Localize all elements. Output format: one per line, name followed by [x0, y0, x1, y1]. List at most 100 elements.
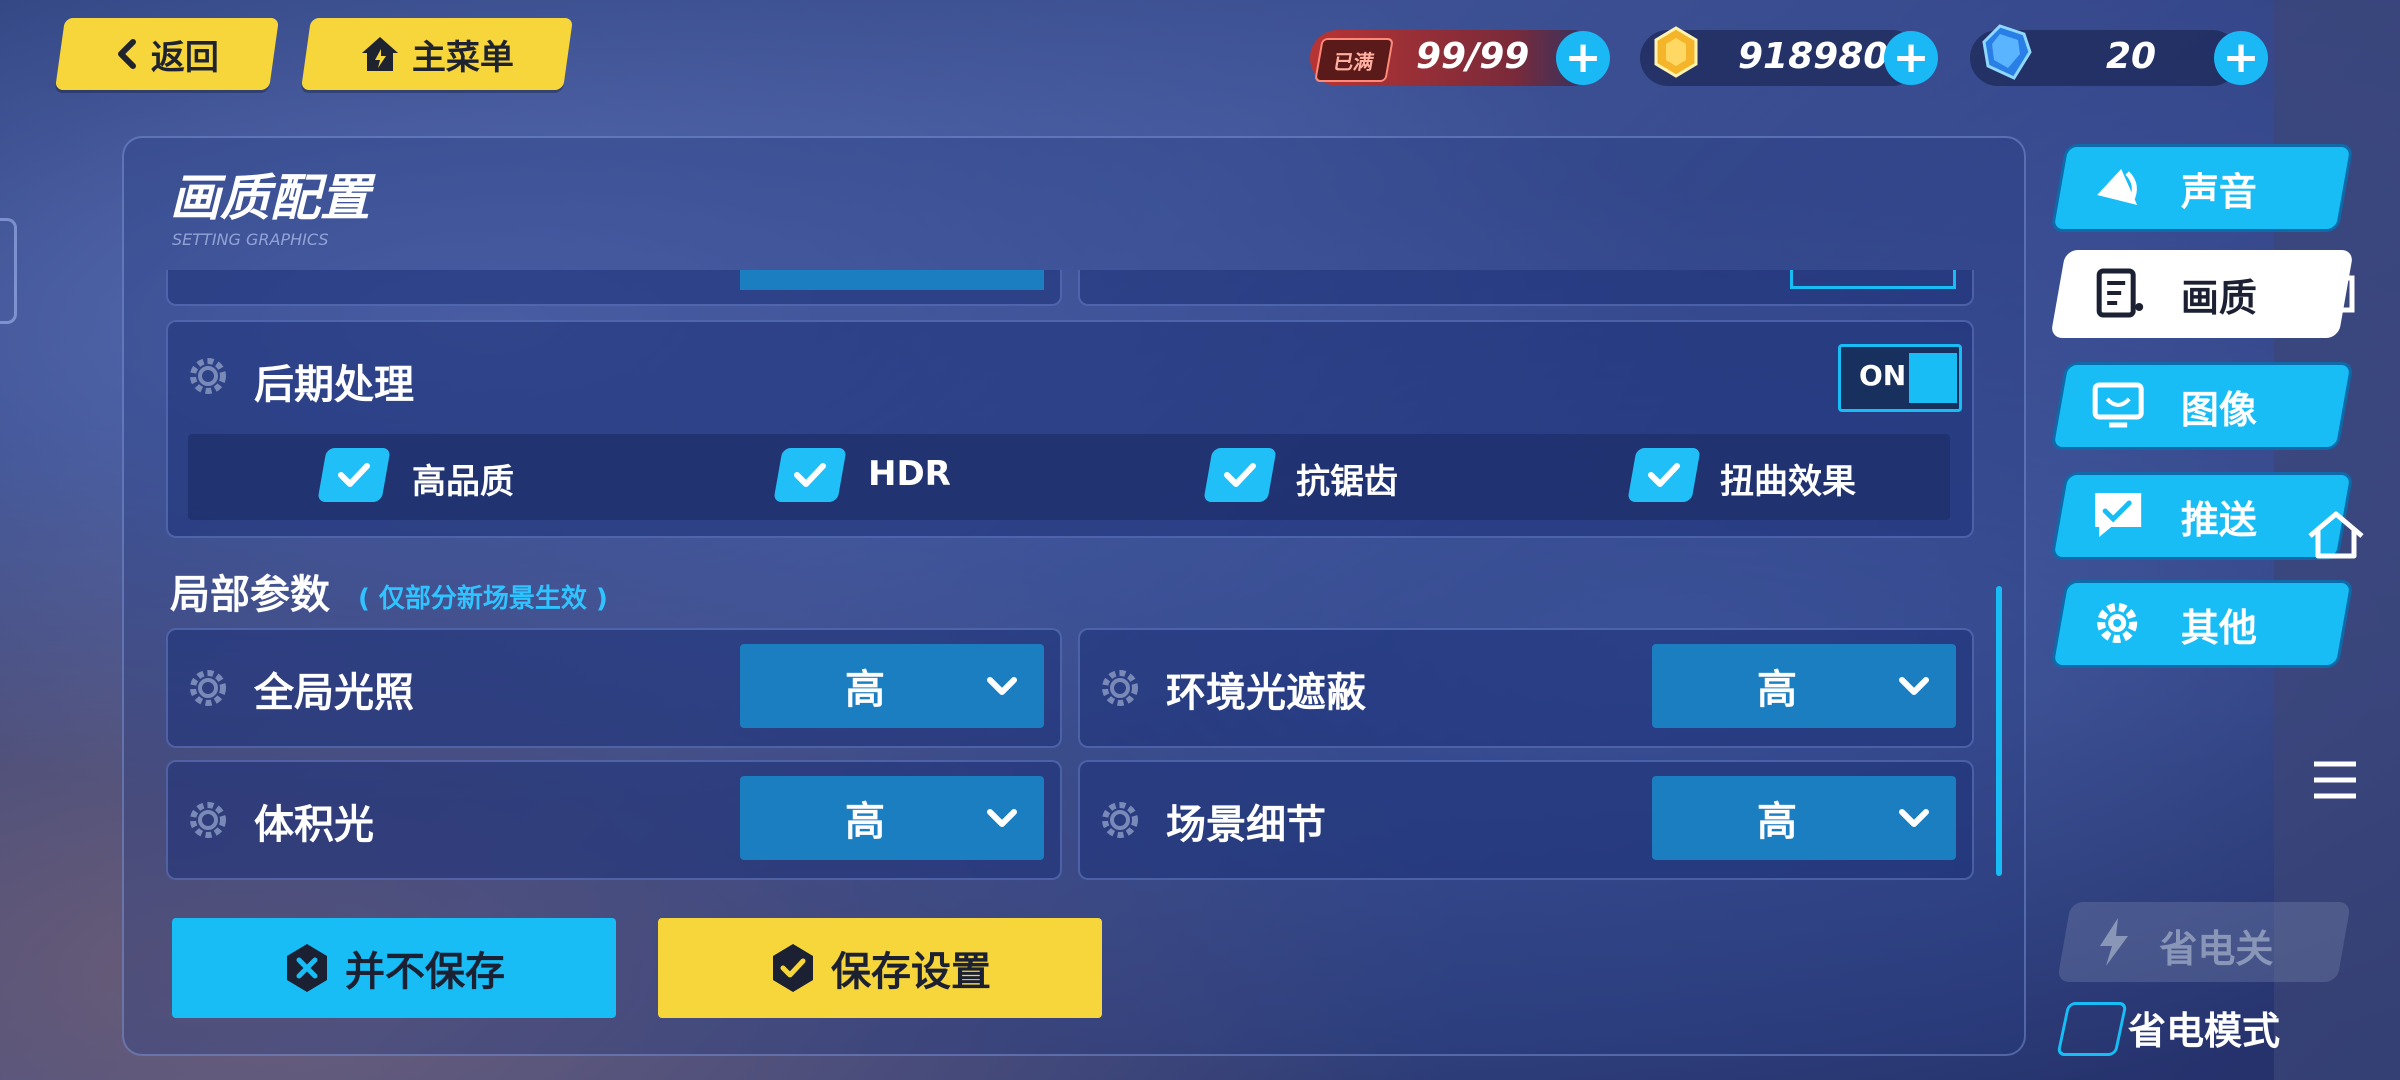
scene-detail-dropdown[interactable]: 高: [1652, 776, 1956, 860]
plus-icon: +: [1564, 32, 1602, 83]
chevron-down-icon: [987, 677, 1017, 695]
gear-icon: [1102, 802, 1138, 838]
checkbox-hdr[interactable]: [773, 448, 847, 502]
home-nav-icon[interactable]: [2306, 510, 2366, 560]
setting-label: 体积光: [254, 802, 374, 848]
plus-icon: +: [2222, 32, 2260, 83]
crystals-value: 20: [2106, 36, 2157, 77]
gear-icon: [190, 670, 226, 706]
option-label: 高品质: [412, 462, 514, 502]
coin-icon: [1652, 26, 1700, 78]
menu-icon[interactable]: [2310, 758, 2360, 802]
option-label: HDR: [868, 454, 951, 494]
chevron-left-icon: [115, 38, 139, 70]
setting-row-scene-detail: 场景细节 高: [1078, 760, 1974, 880]
check-icon: [794, 463, 826, 487]
lightning-icon: [2100, 918, 2128, 966]
page-title: 画质配置: [170, 169, 370, 227]
post-processing-card: 后期处理 ON 高品质 HDR 抗锯齿 扭曲效果: [166, 320, 1974, 538]
dropdown-value: 高: [1757, 799, 1797, 845]
sound-icon: [2097, 169, 2138, 205]
toggle-knob: [1909, 353, 1957, 403]
setting-row-ambient-occlusion: 环境光遮蔽 高: [1078, 628, 1974, 748]
scrollbar[interactable]: [1996, 586, 2002, 876]
ambient-occlusion-dropdown[interactable]: 高: [1652, 644, 1956, 728]
section-title: 局部参数: [170, 572, 330, 618]
section-note: ( 仅部分新场景生效 ): [358, 584, 608, 614]
chevron-down-icon: [987, 809, 1017, 827]
gear-icon: [2097, 603, 2138, 643]
gear-icon: [190, 802, 226, 838]
home-icon: [360, 35, 400, 73]
coins-bar: 918980: [1640, 26, 1920, 86]
message-check-icon: [2095, 493, 2142, 537]
power-save-checkbox[interactable]: [2056, 1002, 2128, 1056]
checkbox-distortion[interactable]: [1627, 448, 1701, 502]
crystals-bar: 20: [1970, 24, 2240, 86]
close-icon: [283, 942, 331, 994]
tab-label: 声音: [2180, 170, 2257, 214]
add-crystals-button[interactable]: +: [2214, 31, 2268, 85]
back-nav-icon[interactable]: [2308, 270, 2364, 320]
setting-row-global-illumination: 全局光照 高: [166, 628, 1062, 748]
volumetric-light-dropdown[interactable]: 高: [740, 776, 1044, 860]
post-processing-toggle[interactable]: ON: [1838, 344, 1962, 412]
post-processing-label: 后期处理: [254, 362, 414, 408]
chevron-down-icon: [1899, 677, 1929, 695]
back-label: 返回: [151, 37, 219, 78]
checkbox-high-quality[interactable]: [317, 448, 391, 502]
save-label: 保存设置: [831, 949, 991, 995]
check-icon: [338, 463, 370, 487]
check-icon: [1648, 463, 1680, 487]
main-menu-button[interactable]: 主菜单: [300, 18, 574, 90]
tab-label: 其他: [2180, 606, 2257, 650]
discard-label: 并不保存: [345, 949, 505, 995]
back-button[interactable]: 返回: [54, 18, 280, 90]
setting-row-volumetric-light: 体积光 高: [166, 760, 1062, 880]
setting-label: 场景细节: [1166, 802, 1326, 848]
power-save-label: 省电关: [2159, 927, 2274, 971]
previous-toggle[interactable]: [1790, 270, 1956, 289]
gear-icon: [1102, 670, 1138, 706]
add-coins-button[interactable]: +: [1884, 31, 1938, 85]
stamina-badge-text: 已满: [1331, 49, 1376, 74]
setting-label: 全局光照: [254, 670, 414, 716]
add-stamina-button[interactable]: +: [1556, 31, 1610, 85]
page-subtitle: SETTING GRAPHICS: [172, 230, 329, 249]
power-save-button[interactable]: 省电关: [2056, 902, 2352, 982]
graphics-settings-panel: 画质配置 SETTING GRAPHICS 后期处理 ON 高品质 HDR 抗锯…: [122, 136, 2026, 1056]
stamina-value: 99/99: [1416, 36, 1530, 77]
check-icon: [1224, 463, 1256, 487]
tab-label: 图像: [2180, 388, 2257, 432]
previous-row-right: [1078, 270, 1974, 306]
setting-label: 环境光遮蔽: [1166, 670, 1366, 716]
plus-icon: +: [1892, 32, 1930, 83]
crystal-icon: [1980, 22, 2034, 82]
tab-label: 推送: [2180, 498, 2257, 542]
post-options-row: 高品质 HDR 抗锯齿 扭曲效果: [188, 434, 1950, 520]
dropdown-value: 高: [1757, 667, 1797, 713]
power-save-mode-label: 省电模式: [2128, 1009, 2281, 1053]
edge-handle[interactable]: [0, 218, 17, 324]
previous-dropdown[interactable]: [740, 270, 1044, 290]
tab-other[interactable]: 其他: [2050, 580, 2354, 668]
discard-button[interactable]: 并不保存: [172, 918, 616, 1018]
main-menu-label: 主菜单: [412, 37, 514, 78]
coins-value: 918980: [1738, 36, 1889, 77]
monitor-icon: [2092, 382, 2144, 428]
gear-icon: [190, 358, 226, 394]
option-label: 抗锯齿: [1296, 462, 1398, 502]
dropdown-value: 高: [845, 667, 885, 713]
check-icon: [769, 942, 817, 994]
stamina-full-badge: 已满: [1314, 38, 1394, 82]
tab-image[interactable]: 图像: [2050, 362, 2354, 450]
checkbox-antialiasing[interactable]: [1203, 448, 1277, 502]
tab-sound[interactable]: 声音: [2050, 144, 2354, 232]
chevron-down-icon: [1899, 809, 1929, 827]
global-illumination-dropdown[interactable]: 高: [740, 644, 1044, 728]
graphics-icon: [2096, 268, 2144, 318]
toggle-state: ON: [1859, 359, 1907, 392]
save-button[interactable]: 保存设置: [658, 918, 1102, 1018]
previous-row-left: [166, 270, 1062, 306]
tab-label: 画质: [2180, 276, 2257, 320]
